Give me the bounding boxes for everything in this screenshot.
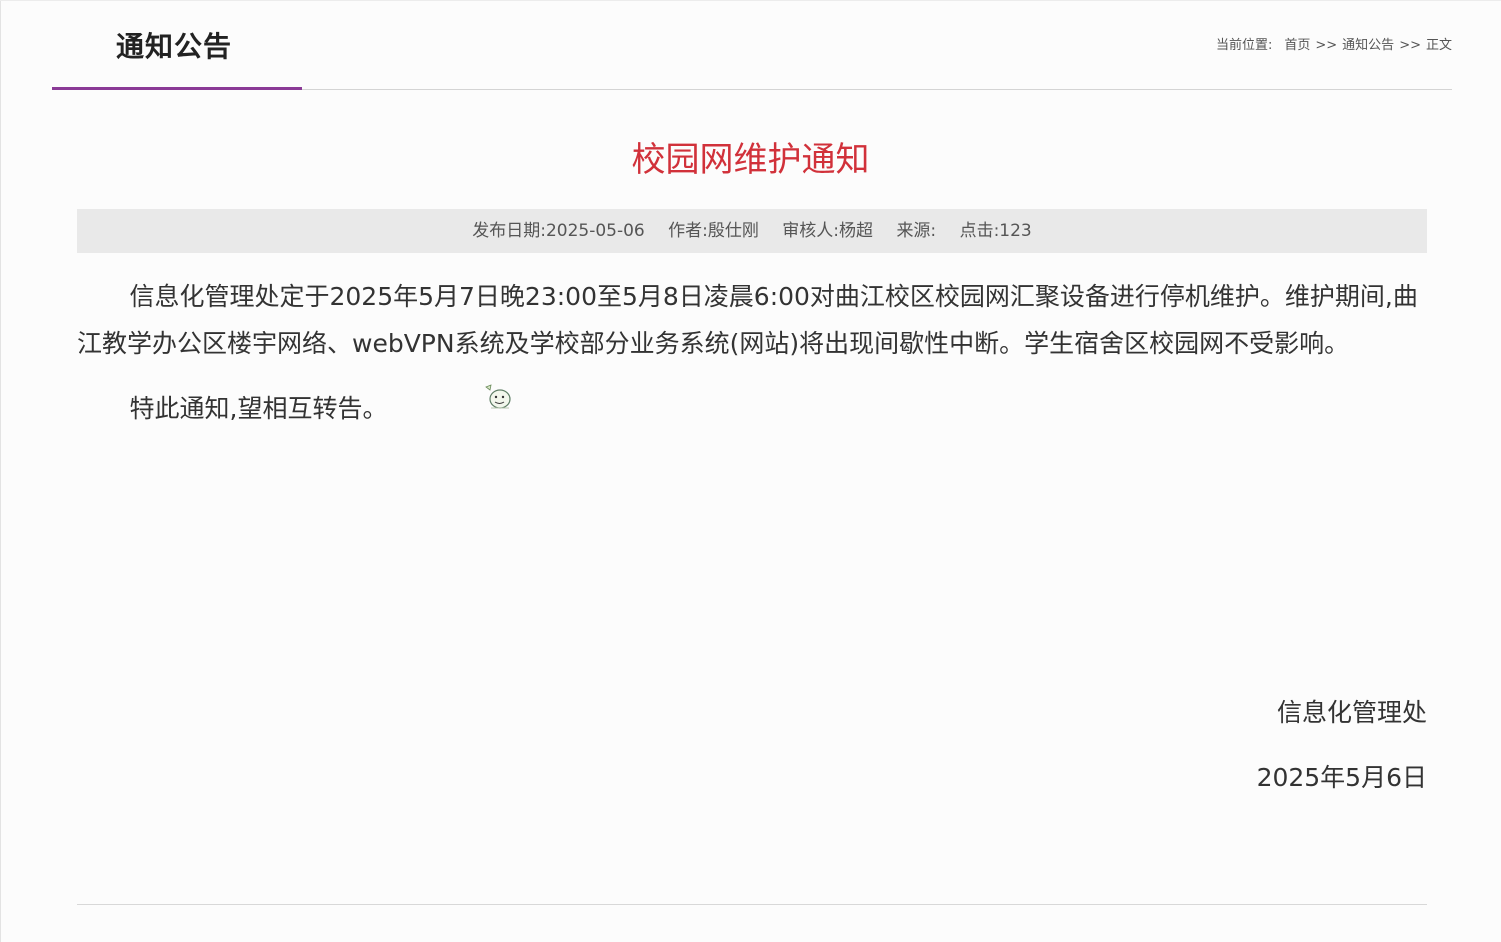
- meta-author: 作者:殷仕刚: [668, 221, 759, 241]
- signature-department: 信息化管理处: [1276, 698, 1427, 727]
- emoticon-icon: [485, 384, 511, 409]
- article-title: 校园网维护通知: [631, 140, 870, 180]
- breadcrumb-separator: >>: [1315, 38, 1338, 53]
- meta-publish-date: 发布日期:2025-05-06: [472, 221, 645, 241]
- breadcrumb-current: 正文: [1425, 38, 1452, 53]
- breadcrumb-home-link[interactable]: 首页: [1284, 38, 1310, 53]
- meta-clicks: 点击:123: [959, 221, 1032, 241]
- breadcrumb-label: 当前位置:: [1215, 38, 1273, 53]
- header-accent-bar: [52, 87, 302, 90]
- signature-date: 2025年5月6日: [1256, 763, 1427, 792]
- meta-reviewer: 审核人:杨超: [782, 221, 874, 241]
- meta-source: 来源:: [896, 221, 937, 241]
- breadcrumb: 当前位置: 首页 >> 通知公告 >> 正文: [1216, 36, 1452, 56]
- section-title: 通知公告: [116, 30, 233, 63]
- footer-divider: [77, 904, 1427, 905]
- breadcrumb-separator: >>: [1399, 38, 1421, 53]
- breadcrumb-notices-link[interactable]: 通知公告: [1342, 38, 1394, 53]
- article-paragraph: 信息化管理处定于2025年5月7日晚23:00至5月8日凌晨6:00对曲江校区校…: [77, 282, 1418, 358]
- page-top-border: [0, 0, 1501, 1]
- article-meta-bar: 发布日期:2025-05-06 作者:殷仕刚 审核人:杨超 来源: 点击:123: [77, 209, 1427, 253]
- article-body: 信息化管理处定于2025年5月7日晚23:00至5月8日凌晨6:00对曲江校区校…: [77, 273, 1427, 432]
- article-paragraph: 特此通知,望相互转告。: [129, 394, 388, 423]
- article-signature: 信息化管理处 2025年5月6日: [1257, 694, 1427, 797]
- notice-page: 通知公告 当前位置: 首页 >> 通知公告 >> 正文 校园网维护通知 发布日期:2025…: [0, 0, 1501, 942]
